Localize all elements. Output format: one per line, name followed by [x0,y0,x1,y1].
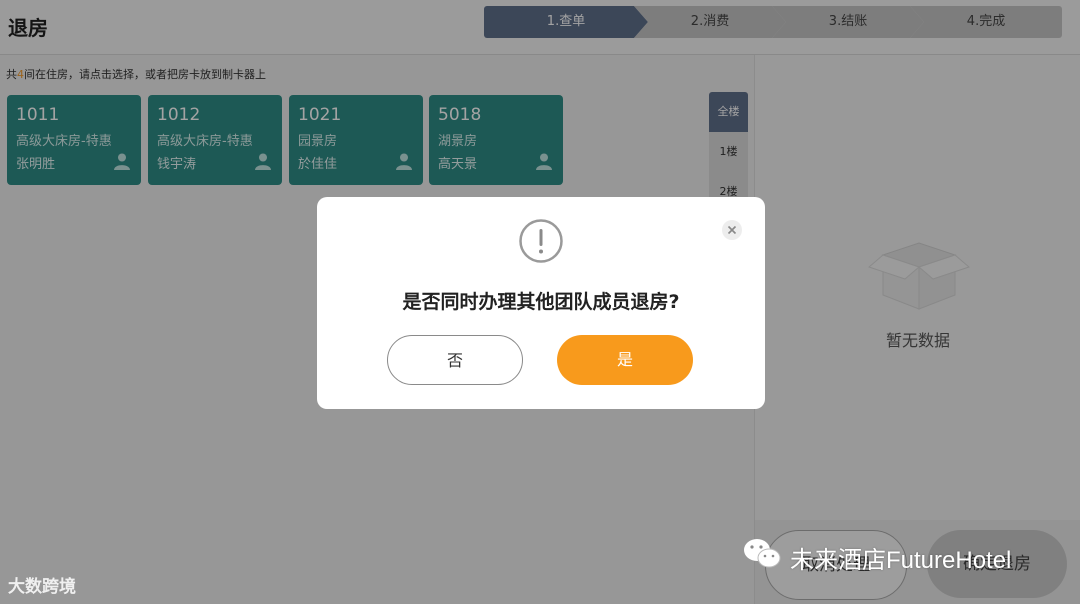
dialog-question: 是否同时办理其他团队成员退房? [402,291,680,313]
team-checkout-dialog: 是否同时办理其他团队成员退房? 否 是 [317,197,765,409]
close-icon[interactable] [721,219,743,241]
watermark-right: 未来酒店FutureHotel [790,547,1012,574]
watermark-left: 大数跨境 [8,577,76,597]
yes-button[interactable]: 是 [557,335,693,385]
no-button[interactable]: 否 [387,335,523,385]
wechat-icon [744,539,781,568]
exclamation-icon [519,219,563,263]
